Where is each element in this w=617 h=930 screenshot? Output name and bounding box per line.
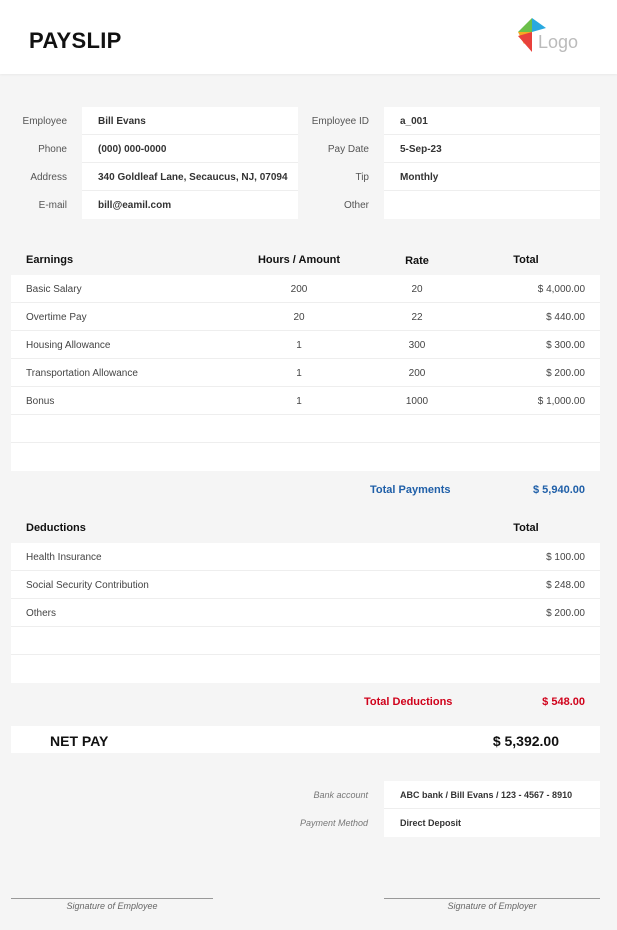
employee-name: Bill Evans (98, 116, 146, 127)
earning-name: Basic Salary (26, 284, 82, 295)
table-row: Others $ 200.00 (11, 599, 600, 627)
earning-rate: 200 (408, 368, 426, 379)
pay-date-label: Pay Date (327, 144, 369, 155)
table-row (11, 443, 600, 471)
phone-row: (000) 000-0000 (82, 135, 298, 163)
payment-method-row: Direct Deposit (384, 809, 600, 837)
earning-hours: 20 (293, 312, 305, 323)
table-row: Transportation Allowance 1 200 $ 200.00 (11, 359, 600, 387)
tip-row: Monthly (384, 163, 600, 191)
earning-total: $ 1,000.00 (537, 396, 585, 407)
total-payments-label: Total Payments (370, 484, 451, 496)
other-label: Other (343, 200, 369, 211)
page-title: PAYSLIP (29, 28, 122, 53)
address-label: Address (30, 172, 67, 183)
net-pay-label: NET PAY (50, 733, 109, 749)
employee-name-row: Bill Evans (82, 107, 298, 135)
payment-info-box: ABC bank / Bill Evans / 123 - 4567 - 891… (384, 781, 600, 837)
bank-account-value: ABC bank / Bill Evans / 123 - 4567 - 891… (400, 790, 573, 800)
table-row (11, 415, 600, 443)
earning-total: $ 440.00 (546, 312, 585, 323)
deduction-name: Health Insurance (26, 552, 102, 563)
hours-heading: Hours / Amount (257, 254, 341, 266)
deductions-total-heading: Total (513, 522, 539, 534)
table-row (11, 627, 600, 655)
net-pay-bar: NET PAY $ 5,392.00 (11, 726, 600, 753)
employer-signature-label: Signature of Employer (447, 901, 537, 911)
deductions-heading: Deductions (26, 522, 86, 534)
address-value: 340 Goldleaf Lane, Secaucus, NJ, 07094 (98, 172, 288, 183)
employer-signature-line (384, 898, 600, 899)
earning-name: Overtime Pay (26, 312, 87, 323)
deduction-name: Social Security Contribution (26, 580, 149, 591)
pay-date-value: 5-Sep-23 (400, 144, 442, 155)
deduction-total: $ 248.00 (546, 580, 585, 591)
address-row: 340 Goldleaf Lane, Secaucus, NJ, 07094 (82, 163, 298, 191)
employee-label: Employee (22, 116, 67, 127)
logo-text: Logo (538, 32, 579, 52)
employee-id-value: a_001 (400, 116, 428, 127)
earnings-heading: Earnings (26, 254, 74, 266)
earning-name: Housing Allowance (26, 340, 111, 351)
employee-signature-line (11, 898, 213, 899)
employee-id-label: Employee ID (311, 116, 369, 127)
earning-rate: 20 (411, 284, 423, 295)
tip-label: Tip (355, 172, 369, 183)
earning-hours: 1 (296, 340, 302, 351)
employee-info-box: Bill Evans (000) 000-0000 340 Goldleaf L… (82, 107, 298, 219)
earning-hours: 200 (290, 284, 308, 295)
pay-info-box: a_001 5-Sep-23 Monthly (384, 107, 600, 219)
earning-total: $ 300.00 (546, 340, 585, 351)
table-row: Overtime Pay 20 22 $ 440.00 (11, 303, 600, 331)
company-logo: Logo (518, 18, 588, 54)
total-deductions-label: Total Deductions (364, 696, 453, 708)
page-header: PAYSLIP Logo (0, 0, 617, 74)
phone-value: (000) 000-0000 (98, 144, 167, 155)
deductions-table: Health Insurance $ 100.00 Social Securit… (11, 543, 600, 683)
bank-account-label: Bank account (313, 790, 368, 800)
table-row: Social Security Contribution $ 248.00 (11, 571, 600, 599)
email-value: bill@eamil.com (98, 200, 172, 211)
net-pay-value: $ 5,392.00 (492, 733, 559, 749)
earning-rate: 300 (408, 340, 426, 351)
email-row: bill@eamil.com (82, 191, 298, 219)
earning-name: Bonus (26, 396, 55, 407)
earning-hours: 1 (296, 368, 302, 379)
earning-rate: 22 (411, 312, 423, 323)
pay-date-row: 5-Sep-23 (384, 135, 600, 163)
earning-hours: 1 (296, 396, 302, 407)
table-row: Bonus 1 1000 $ 1,000.00 (11, 387, 600, 415)
earning-total: $ 4,000.00 (537, 284, 585, 295)
table-row: Housing Allowance 1 300 $ 300.00 (11, 331, 600, 359)
payment-method-value: Direct Deposit (400, 818, 462, 828)
deduction-total: $ 200.00 (546, 608, 585, 619)
bank-account-row: ABC bank / Bill Evans / 123 - 4567 - 891… (384, 781, 600, 809)
earning-total: $ 200.00 (546, 368, 585, 379)
payment-method-label: Payment Method (299, 818, 368, 828)
earning-name: Transportation Allowance (26, 368, 138, 379)
total-heading: Total (513, 254, 539, 266)
other-row (384, 191, 600, 219)
deduction-name: Others (26, 608, 57, 619)
email-label: E-mail (38, 200, 67, 211)
table-row: Basic Salary 200 20 $ 4,000.00 (11, 275, 600, 303)
employee-signature-label: Signature of Employee (66, 901, 158, 911)
tip-value: Monthly (400, 172, 439, 183)
rate-heading: Rate (405, 255, 429, 267)
employee-id-row: a_001 (384, 107, 600, 135)
phone-label: Phone (38, 144, 67, 155)
total-deductions-value: $ 548.00 (542, 696, 585, 708)
earning-rate: 1000 (405, 396, 429, 407)
total-payments-value: $ 5,940.00 (533, 484, 585, 496)
table-row (11, 655, 600, 683)
earnings-table: Basic Salary 200 20 $ 4,000.00 Overtime … (11, 275, 600, 471)
table-row: Health Insurance $ 100.00 (11, 543, 600, 571)
deduction-total: $ 100.00 (546, 552, 585, 563)
